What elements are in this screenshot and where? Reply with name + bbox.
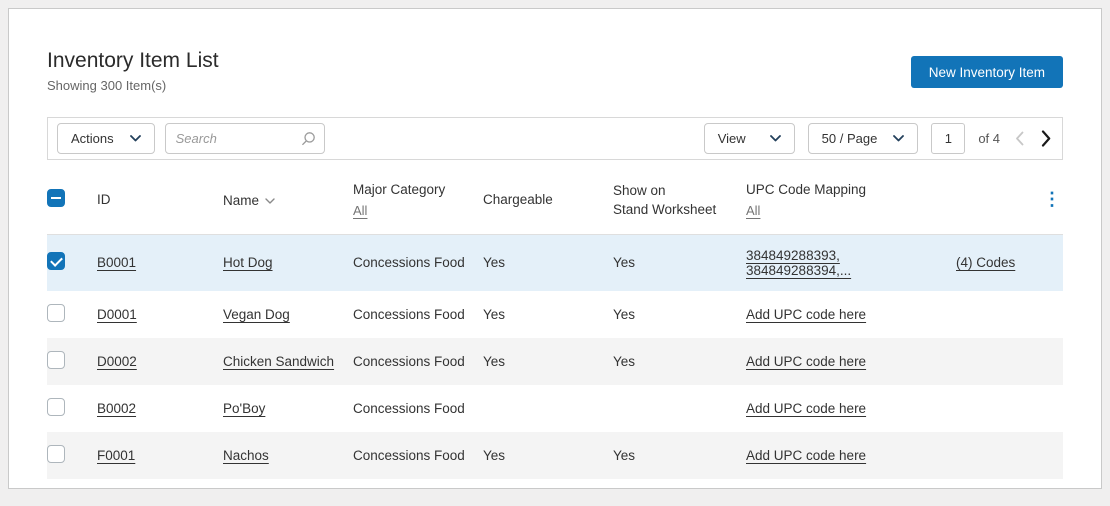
previous-page-button[interactable] — [1013, 129, 1026, 148]
column-header-upc: UPC Code Mapping All — [746, 168, 956, 235]
show-on-stand-cell: Yes — [613, 306, 636, 322]
category-cell: Concessions Food — [353, 234, 483, 291]
table-row: F0001 Nachos Concessions Food Yes Yes Ad… — [47, 431, 1063, 479]
row-checkbox[interactable] — [47, 350, 65, 369]
codes-count-link[interactable]: (4) Codes — [956, 255, 1015, 270]
id-link[interactable]: F0001 — [97, 448, 135, 463]
inventory-card: Inventory Item List Showing 300 Item(s) … — [8, 8, 1102, 489]
category-cell: Concessions Food — [353, 431, 483, 479]
page-header: Inventory Item List Showing 300 Item(s) … — [47, 9, 1063, 93]
search-box — [164, 123, 325, 154]
table-row: B0002 Po'Boy Concessions Food Add UPC co… — [47, 385, 1063, 432]
column-header-id: ID — [97, 168, 223, 235]
per-page-dropdown[interactable]: 50 / Page — [807, 123, 919, 154]
column-header-major-category: Major Category All — [353, 168, 483, 235]
actions-dropdown[interactable]: Actions — [57, 123, 155, 154]
id-link[interactable]: D0001 — [97, 307, 137, 322]
name-link[interactable]: Hot Dog — [223, 255, 273, 270]
chevron-down-icon — [893, 135, 905, 142]
toolbar: Actions View 50 / Page — [47, 117, 1063, 160]
chargeable-cell: Yes — [483, 337, 613, 385]
row-checkbox[interactable] — [47, 397, 65, 416]
row-checkbox[interactable] — [47, 303, 65, 322]
name-link[interactable]: Vegan Dog — [223, 307, 290, 322]
view-dropdown-label: View — [717, 131, 746, 146]
row-checkbox[interactable] — [47, 444, 65, 463]
table-row: B0001 Hot Dog Concessions Food Yes Yes 3… — [47, 234, 1063, 291]
chargeable-cell — [483, 385, 613, 432]
actions-dropdown-label: Actions — [71, 131, 114, 146]
show-on-stand-cell — [613, 385, 746, 432]
upc-codes-link[interactable]: 384849288393, 384849288394,... — [746, 248, 851, 278]
sort-chevron-icon — [265, 191, 275, 210]
item-count: Showing 300 Item(s) — [47, 78, 167, 93]
name-link[interactable]: Po'Boy — [223, 401, 265, 416]
name-link[interactable]: Nachos — [223, 448, 269, 463]
id-link[interactable]: B0001 — [97, 255, 136, 270]
column-header-show-on-stand: Show on Stand Worksheet — [613, 168, 746, 235]
kebab-menu-icon[interactable]: ⋮ — [1043, 189, 1061, 209]
column-header-name[interactable]: Name — [223, 168, 353, 235]
chargeable-cell: Yes — [483, 306, 506, 322]
show-on-stand-cell: Yes — [613, 234, 746, 291]
page-title: Inventory Item List — [47, 49, 219, 72]
new-inventory-item-button[interactable]: New Inventory Item — [910, 56, 1063, 88]
table-row: D0002 Chicken Sandwich Concessions Food … — [47, 337, 1063, 385]
row-checkbox[interactable] — [47, 252, 65, 271]
add-upc-link[interactable]: Add UPC code here — [746, 354, 866, 369]
category-cell: Concessions Food — [353, 337, 483, 385]
page-total: of 4 — [978, 131, 1000, 146]
id-link[interactable]: B0002 — [97, 401, 136, 416]
show-on-stand-cell: Yes — [613, 431, 746, 479]
id-link[interactable]: D0002 — [97, 354, 137, 369]
category-cell: Concessions Food — [353, 306, 465, 322]
major-category-filter-link[interactable]: All — [353, 203, 367, 218]
column-header-chargeable: Chargeable — [483, 168, 613, 235]
view-dropdown[interactable]: View — [703, 123, 795, 154]
chevron-down-icon — [129, 135, 141, 142]
next-page-button[interactable] — [1039, 128, 1053, 149]
select-all-checkbox[interactable] — [47, 188, 65, 207]
inventory-table: ID Name Major Category All Chargeable Sh… — [47, 168, 1063, 479]
table-header-row: ID Name Major Category All Chargeable Sh… — [47, 168, 1063, 235]
toolbar-right: View 50 / Page of 4 — [703, 123, 1053, 154]
search-icon — [301, 131, 316, 151]
chargeable-cell: Yes — [483, 431, 613, 479]
upc-filter-link[interactable]: All — [746, 203, 760, 218]
page-number-input[interactable] — [931, 123, 966, 154]
chevron-down-icon — [769, 135, 781, 142]
title-block: Inventory Item List Showing 300 Item(s) — [47, 49, 219, 93]
name-link[interactable]: Chicken Sandwich — [223, 354, 334, 369]
show-on-stand-cell: Yes — [613, 337, 746, 385]
category-cell: Concessions Food — [353, 400, 465, 416]
table-row: D0001 Vegan Dog Concessions Food Yes Yes… — [47, 291, 1063, 338]
add-upc-link[interactable]: Add UPC code here — [746, 448, 866, 463]
per-page-dropdown-label: 50 / Page — [821, 131, 878, 146]
add-upc-link[interactable]: Add UPC code here — [746, 307, 866, 322]
add-upc-link[interactable]: Add UPC code here — [746, 401, 866, 416]
chargeable-cell: Yes — [483, 234, 613, 291]
